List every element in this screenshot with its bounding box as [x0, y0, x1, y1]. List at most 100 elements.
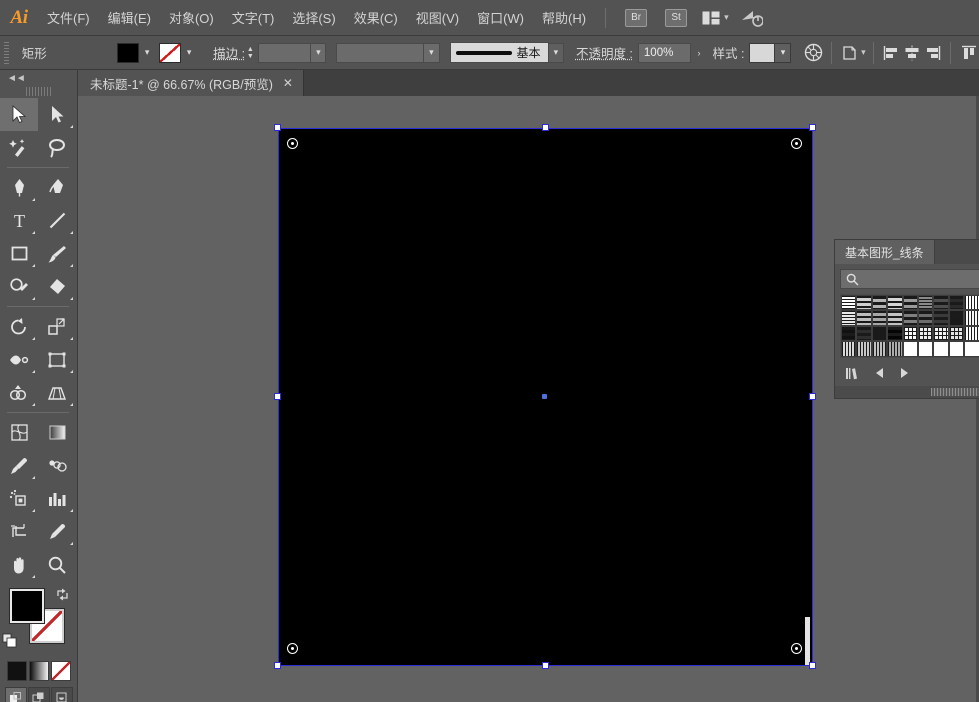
transform-icon[interactable] [839, 42, 860, 64]
fill-swatch-large[interactable] [9, 588, 45, 624]
selection-handle-middle-left[interactable] [274, 393, 281, 400]
selection-handle-top-left[interactable] [274, 124, 281, 131]
swatch-item[interactable] [917, 310, 934, 326]
color-fill-button[interactable] [6, 661, 27, 681]
swatch-item[interactable] [964, 310, 979, 326]
toolbar-grip[interactable] [25, 87, 52, 96]
distribute-top-icon[interactable] [958, 42, 979, 64]
adobe-stock-icon[interactable]: St [665, 8, 688, 27]
lasso-tool[interactable] [38, 131, 76, 164]
swatch-item[interactable] [933, 325, 949, 342]
artboard-tool[interactable] [0, 515, 38, 548]
panel-tab-basic-graphics-lines[interactable]: 基本图形_线条 [835, 240, 935, 264]
swatch-item[interactable] [871, 341, 888, 357]
swatch-item[interactable] [902, 325, 918, 342]
opacity-expand-icon[interactable]: › [691, 43, 706, 63]
library-menu-icon[interactable] [845, 366, 863, 381]
swatch-item[interactable] [917, 295, 934, 311]
swatch-item[interactable] [856, 341, 872, 357]
brush-chevron-down-icon[interactable]: ▾ [548, 42, 564, 63]
pen-tool[interactable] [0, 171, 38, 204]
magic-wand-tool[interactable] [0, 131, 38, 164]
panel-horizontal-scrollbar[interactable] [835, 386, 979, 398]
blend-tool[interactable] [38, 449, 76, 482]
swatch-search-field[interactable] [840, 269, 979, 289]
width-tool[interactable] [0, 343, 38, 376]
swatch-item[interactable] [948, 295, 965, 311]
scale-tool[interactable] [38, 310, 76, 343]
corner-radius-widget-bottom-left[interactable] [287, 643, 298, 654]
corner-radius-widget-top-left[interactable] [287, 138, 298, 149]
fill-color-swatch[interactable] [117, 42, 140, 63]
perspective-grid-tool[interactable] [38, 376, 76, 409]
swatch-grid[interactable] [840, 294, 979, 358]
selection-handle-top-center[interactable] [541, 124, 549, 131]
type-tool[interactable]: T [0, 204, 38, 237]
mesh-tool[interactable] [0, 416, 38, 449]
selection-handle-middle-right[interactable] [809, 393, 816, 400]
opacity-label[interactable]: 不透明度 : [576, 43, 633, 62]
menu-type[interactable]: 文字(T) [223, 4, 284, 31]
document-canvas[interactable] [78, 96, 979, 702]
align-left-icon[interactable] [881, 42, 902, 64]
brush-definition-select[interactable]: 基本 [449, 42, 549, 63]
rotate-tool[interactable] [0, 310, 38, 343]
transform-chevron-down-icon[interactable]: ▾ [861, 47, 866, 58]
stroke-weight-input[interactable] [257, 42, 312, 63]
selection-handle-bottom-left[interactable] [274, 662, 281, 669]
swatch-item[interactable] [841, 341, 857, 357]
menu-edit[interactable]: 编辑(E) [99, 4, 160, 31]
menu-effect[interactable]: 效果(C) [345, 4, 407, 31]
bridge-icon[interactable]: Br [625, 8, 648, 27]
draw-normal-button[interactable] [4, 687, 27, 702]
swatch-item[interactable] [841, 310, 857, 326]
rectangle-tool[interactable] [0, 237, 38, 270]
line-segment-tool[interactable] [38, 204, 76, 237]
recolor-artwork-icon[interactable] [803, 42, 824, 64]
draw-behind-button[interactable] [27, 687, 50, 702]
swatch-item[interactable] [917, 341, 934, 357]
style-chevron-down-icon[interactable]: ▾ [775, 42, 792, 63]
corner-radius-widget-top-right[interactable] [791, 138, 802, 149]
default-fill-stroke-icon[interactable] [2, 633, 18, 649]
eyedropper-tool[interactable] [0, 449, 38, 482]
selection-handle-top-right[interactable] [809, 124, 816, 131]
swatch-item[interactable] [933, 295, 949, 311]
free-transform-tool[interactable] [38, 343, 76, 376]
menu-view[interactable]: 视图(V) [407, 4, 468, 31]
swatch-item[interactable] [902, 310, 918, 326]
control-bar-grip[interactable] [4, 41, 9, 64]
stroke-profile-chevron-down-icon[interactable]: ▾ [424, 42, 440, 63]
shaper-tool[interactable] [0, 270, 38, 303]
swatch-item[interactable] [841, 295, 857, 311]
menu-file[interactable]: 文件(F) [38, 4, 99, 31]
gradient-tool[interactable] [38, 416, 76, 449]
paintbrush-tool[interactable] [38, 237, 76, 270]
arrange-documents-icon[interactable]: ▾ [702, 11, 729, 25]
swatch-item[interactable] [856, 325, 872, 342]
swatch-item[interactable] [887, 295, 903, 311]
stroke-chevron-down-icon[interactable]: ▾ [181, 43, 197, 63]
swatch-item[interactable] [917, 325, 934, 342]
swatch-item[interactable] [948, 310, 965, 326]
arrange-chevron-down-icon[interactable]: ▾ [724, 12, 729, 23]
slice-tool[interactable] [38, 515, 76, 548]
draw-inside-button[interactable] [50, 687, 73, 702]
swatch-item[interactable] [933, 310, 949, 326]
direct-selection-tool[interactable] [38, 98, 76, 131]
hand-tool[interactable] [0, 548, 38, 581]
close-icon[interactable]: ✕ [283, 77, 293, 89]
menu-help[interactable]: 帮助(H) [533, 4, 595, 31]
menu-select[interactable]: 选择(S) [283, 4, 344, 31]
selection-tool[interactable] [0, 98, 38, 131]
swatch-item[interactable] [841, 325, 857, 342]
swatch-item[interactable] [887, 325, 903, 342]
menu-window[interactable]: 窗口(W) [468, 4, 533, 31]
curvature-tool[interactable] [38, 171, 76, 204]
shape-builder-tool[interactable] [0, 376, 38, 409]
align-horizontal-center-icon[interactable] [902, 42, 923, 64]
stroke-color-swatch[interactable] [159, 42, 182, 63]
document-tab[interactable]: 未标题-1* @ 66.67% (RGB/预览) ✕ [78, 70, 304, 96]
swatch-item[interactable] [902, 295, 918, 311]
swatch-item[interactable] [933, 341, 949, 357]
